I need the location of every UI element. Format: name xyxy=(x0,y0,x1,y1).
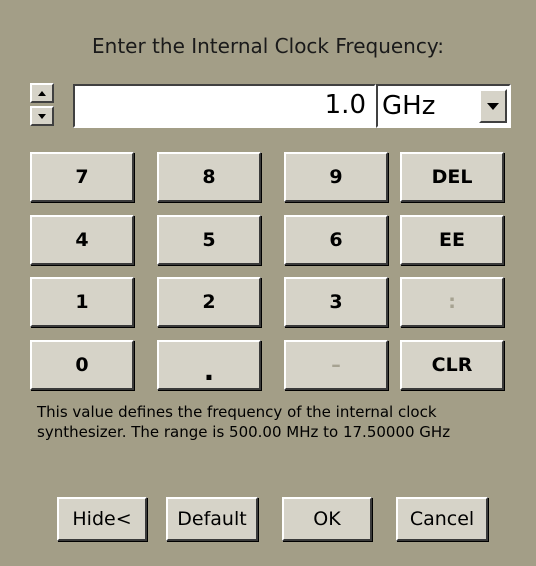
key-del[interactable]: DEL xyxy=(400,152,504,202)
help-description: This value defines the frequency of the … xyxy=(37,403,451,441)
spin-down-button[interactable] xyxy=(30,106,54,126)
key-minus[interactable]: – xyxy=(284,340,388,390)
down-arrow-icon xyxy=(38,113,46,119)
spin-up-button[interactable] xyxy=(30,83,54,103)
unit-select-value: GHz xyxy=(382,91,436,121)
unit-select[interactable]: GHz xyxy=(376,84,511,128)
key-5[interactable]: 5 xyxy=(157,215,261,265)
frequency-entry-dialog: Enter the Internal Clock Frequency: 1.0 … xyxy=(0,0,536,566)
up-arrow-icon xyxy=(38,90,46,96)
key-ee[interactable]: EE xyxy=(400,215,504,265)
key-2[interactable]: 2 xyxy=(157,277,261,327)
dialog-title: Enter the Internal Clock Frequency: xyxy=(92,34,444,58)
key-8[interactable]: 8 xyxy=(157,152,261,202)
key-0[interactable]: 0 xyxy=(30,340,134,390)
key-7[interactable]: 7 xyxy=(30,152,134,202)
key-decimal-point[interactable]: . xyxy=(157,340,261,390)
key-6[interactable]: 6 xyxy=(284,215,388,265)
default-button[interactable]: Default xyxy=(166,497,258,541)
cancel-button[interactable]: Cancel xyxy=(396,497,488,541)
frequency-value-input[interactable]: 1.0 xyxy=(73,84,376,128)
unit-dropdown-button[interactable] xyxy=(479,89,507,123)
chevron-down-icon xyxy=(487,102,499,110)
ok-button[interactable]: OK xyxy=(282,497,372,541)
hide-button[interactable]: Hide< xyxy=(57,497,147,541)
key-1[interactable]: 1 xyxy=(30,277,134,327)
key-clr[interactable]: CLR xyxy=(400,340,504,390)
key-colon[interactable]: : xyxy=(400,277,504,327)
key-9[interactable]: 9 xyxy=(284,152,388,202)
key-4[interactable]: 4 xyxy=(30,215,134,265)
key-3[interactable]: 3 xyxy=(284,277,388,327)
